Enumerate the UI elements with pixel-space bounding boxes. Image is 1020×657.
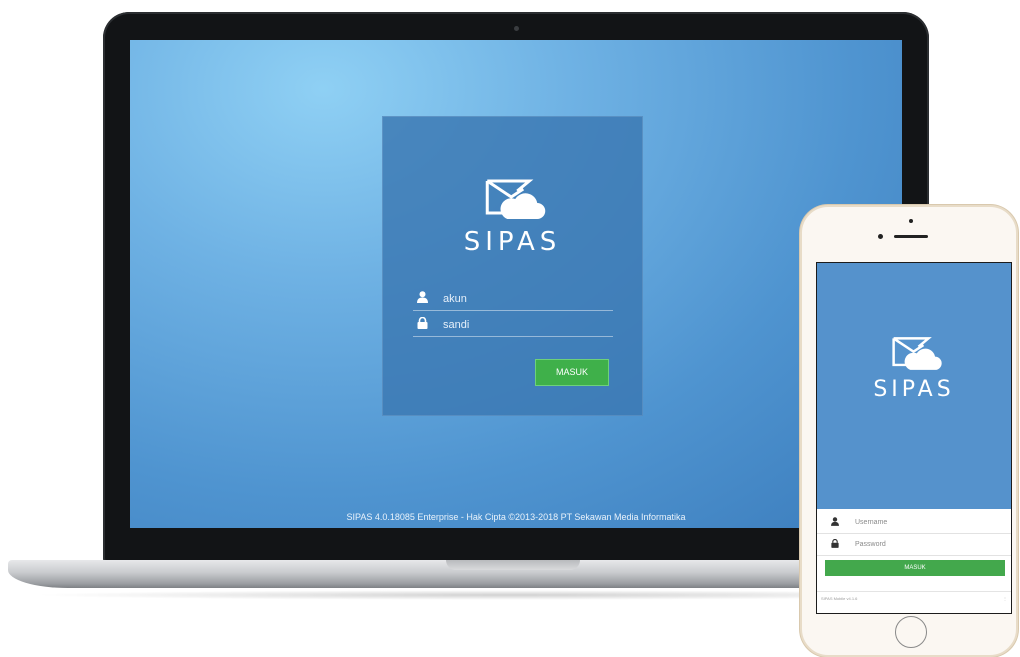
app-logo: SIPAS xyxy=(464,177,561,257)
password-field[interactable]: sandi xyxy=(413,313,613,337)
phone-camera xyxy=(909,219,913,223)
phone-username-field[interactable]: Username xyxy=(817,512,1011,534)
app-name: SIPAS xyxy=(463,227,562,257)
phone-password-field[interactable]: Password xyxy=(817,534,1011,556)
laptop-opening-notch xyxy=(446,560,580,570)
laptop-screen: SIPAS akun sandi MASUK SIPAS 4.0.18085 E… xyxy=(130,40,902,528)
phone-app-name: SIPAS xyxy=(873,377,955,402)
phone-username-placeholder: Username xyxy=(855,519,888,526)
more-icon[interactable]: ⋮ xyxy=(1003,596,1007,601)
copyright-footer: SIPAS 4.0.18085 Enterprise - Hak Cipta ©… xyxy=(346,512,686,522)
phone-version-text: SIPAS Mobile v4.1.6 xyxy=(821,596,858,601)
phone-footer: SIPAS Mobile v4.1.6 ⋮ xyxy=(817,591,1011,605)
camera xyxy=(514,26,519,31)
phone-sensor xyxy=(878,234,883,239)
phone-login-button[interactable]: MASUK xyxy=(825,560,1005,576)
login-button[interactable]: MASUK xyxy=(535,359,609,386)
home-button[interactable] xyxy=(895,616,927,648)
lock-icon xyxy=(413,316,431,332)
user-icon xyxy=(827,517,843,528)
login-panel: SIPAS akun sandi MASUK xyxy=(382,116,643,416)
phone-speaker xyxy=(894,235,928,238)
envelope-cloud-icon xyxy=(892,337,942,370)
phone-screen: SIPAS Username Password MASUK SIPAS Mobi… xyxy=(816,262,1012,614)
phone-device: SIPAS Username Password MASUK SIPAS Mobi… xyxy=(800,205,1018,657)
password-value: sandi xyxy=(443,318,470,331)
user-icon xyxy=(413,291,431,306)
phone-hero: SIPAS xyxy=(817,263,1011,509)
phone-app-logo: SIPAS xyxy=(873,335,954,402)
envelope-cloud-icon xyxy=(485,179,546,219)
lock-icon xyxy=(827,538,843,550)
username-value: akun xyxy=(443,292,467,305)
phone-password-placeholder: Password xyxy=(855,541,886,548)
username-field[interactable]: akun xyxy=(413,287,613,311)
